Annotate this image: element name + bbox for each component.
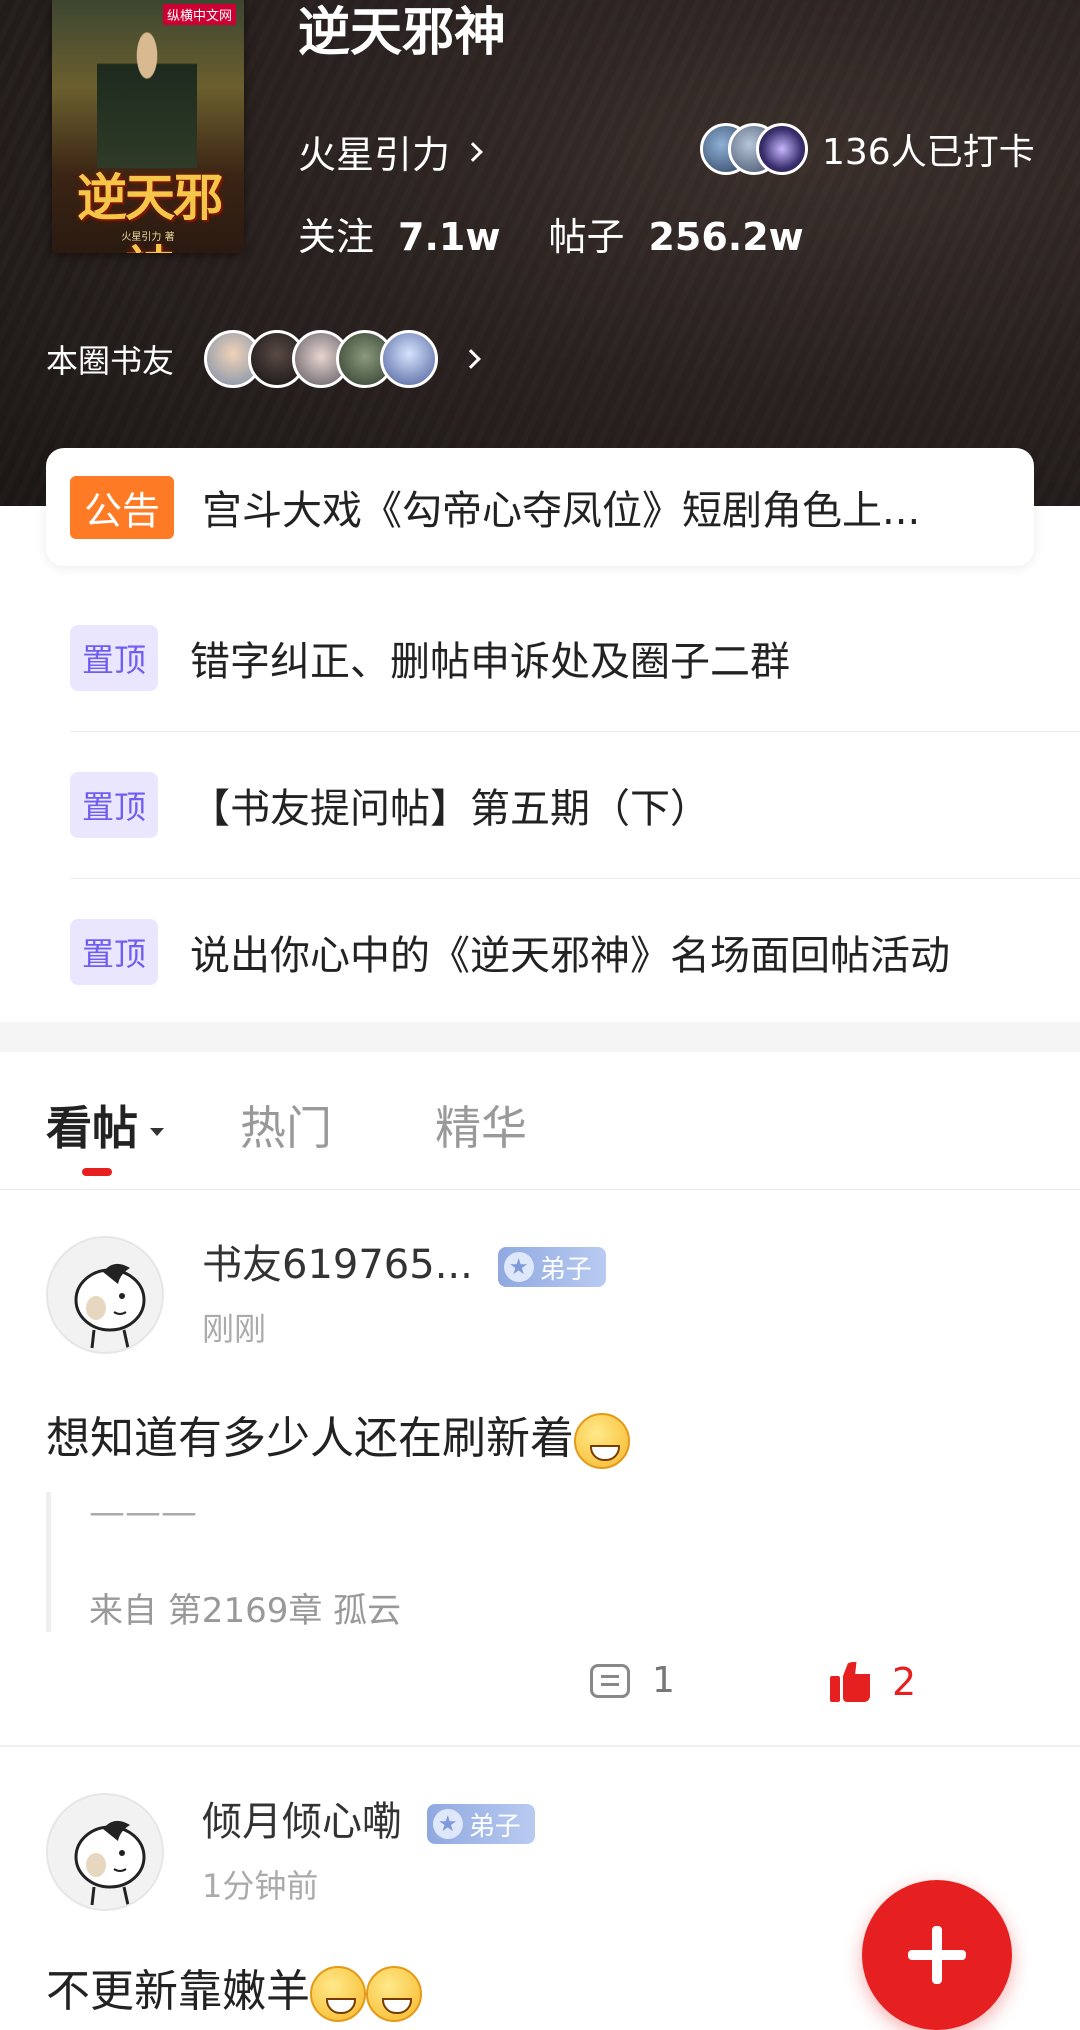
tab-featured[interactable]: 精华: [435, 1092, 527, 1158]
circle-friends-row[interactable]: 本圈书友: [46, 330, 481, 388]
checkin-avatar: [756, 123, 808, 175]
book-cover[interactable]: 纵横中文网 逆天邪神 火星引力 著: [52, 0, 244, 253]
post-time: 1分钟前: [202, 1867, 319, 1905]
cover-illustration: [97, 18, 197, 168]
cartoon-avatar-icon: [74, 1820, 146, 1906]
avatar[interactable]: [46, 1236, 164, 1354]
author-link[interactable]: 火星引力: [298, 124, 483, 179]
post-tabs: 看帖 热门 精华: [0, 1052, 1080, 1190]
post-time: 刚刚: [202, 1310, 267, 1348]
new-post-button[interactable]: [862, 1880, 1012, 2030]
comment-count: 1: [652, 1660, 675, 1701]
quote-line: ———: [89, 1492, 197, 1533]
friend-avatar: [380, 330, 439, 388]
checkin-summary[interactable]: 136人已打卡: [700, 123, 1035, 175]
tab-hot[interactable]: 热门: [240, 1092, 332, 1158]
pinned-item[interactable]: 置顶 说出你心中的《逆天邪神》名场面回帖活动: [0, 878, 1080, 1025]
post-content: 想知道有多少人还在刷新着: [46, 1402, 630, 1469]
post-author[interactable]: 倾月倾心嘞 ★ 弟子: [202, 1789, 535, 1847]
follow-label: 关注: [298, 215, 375, 259]
chapter-quote[interactable]: ——— 来自 第2169章 孤云: [46, 1492, 646, 1632]
username-text: 倾月倾心嘞: [202, 1799, 402, 1845]
friends-label: 本圈书友: [46, 342, 175, 380]
tab-view-posts[interactable]: 看帖: [46, 1092, 164, 1158]
grin-emoji-icon: [310, 1966, 366, 2022]
pinned-title: 说出你心中的《逆天邪神》名场面回帖活动: [190, 932, 951, 979]
cartoon-avatar-icon: [74, 1263, 146, 1349]
comment-icon: [590, 1663, 630, 1698]
thumbs-up-icon: [830, 1662, 870, 1702]
avatar[interactable]: [46, 1793, 164, 1911]
like-button[interactable]: 2: [830, 1660, 916, 1704]
follow-value: 7.1w: [398, 215, 501, 259]
caret-down-icon: [150, 1127, 164, 1136]
checkin-count: 136人已打卡: [822, 132, 1035, 173]
role-badge: ★ 弟子: [497, 1247, 606, 1287]
author-name: 火星引力: [298, 133, 451, 177]
announcement-badge: 公告: [70, 475, 175, 539]
grin-emoji-icon: [366, 1966, 422, 2022]
pinned-item[interactable]: 置顶 错字纠正、删帖申诉处及圈子二群: [0, 584, 1080, 731]
post-author[interactable]: 书友619765... ★ 弟子: [202, 1232, 606, 1290]
cover-author: 火星引力 著: [121, 232, 175, 243]
pinned-list: 置顶 错字纠正、删帖申诉处及圈子二群 置顶 【书友提问帖】第五期（下） 置顶 说…: [0, 584, 1080, 1025]
username-text: 书友619765...: [202, 1242, 473, 1288]
role-text: 弟子: [468, 1811, 521, 1842]
circle-stats: 关注 7.1w 帖子 256.2w: [298, 206, 804, 261]
posts-value: 256.2w: [648, 215, 804, 259]
post-divider: [0, 1745, 1080, 1747]
book-title: 逆天邪神: [298, 3, 507, 63]
follow-stat: 关注 7.1w: [298, 206, 500, 261]
post-text: 不更新靠嫩羊: [46, 1966, 310, 2017]
section-divider: [0, 1022, 1080, 1052]
star-icon: ★: [503, 1252, 534, 1282]
tab-label: 看帖: [46, 1101, 138, 1155]
announcement-bar[interactable]: 公告 宫斗大戏《勾帝心夺凤位》短剧角色上...: [46, 448, 1034, 566]
posts-stat: 帖子 256.2w: [548, 206, 803, 261]
pinned-badge: 置顶: [70, 918, 159, 985]
comment-button[interactable]: 1: [590, 1660, 675, 1701]
pinned-title: 错字纠正、删帖申诉处及圈子二群: [190, 638, 791, 685]
pinned-title: 【书友提问帖】第五期（下）: [190, 785, 711, 832]
pinned-badge: 置顶: [70, 771, 159, 838]
quote-source: 来自 第2169章 孤云: [89, 1591, 402, 1631]
post-content: 不更新靠嫩羊: [46, 1955, 422, 2022]
chevron-right-icon: [461, 349, 481, 369]
posts-label: 帖子: [548, 215, 625, 259]
announcement-text: 宫斗大戏《勾帝心夺凤位》短剧角色上...: [202, 488, 921, 534]
grin-emoji-icon: [574, 1413, 630, 1469]
pinned-item[interactable]: 置顶 【书友提问帖】第五期（下）: [0, 731, 1080, 878]
role-badge: ★ 弟子: [426, 1804, 535, 1844]
circle-header: 纵横中文网 逆天邪神 火星引力 著 逆天邪神 火星引力 136人已打卡 关注 7.…: [0, 0, 1080, 506]
active-tab-indicator: [82, 1168, 112, 1176]
role-text: 弟子: [539, 1254, 592, 1285]
chevron-right-icon: [463, 141, 483, 162]
post-text: 想知道有多少人还在刷新着: [46, 1413, 574, 1464]
like-count: 2: [892, 1660, 917, 1704]
star-icon: ★: [432, 1809, 463, 1839]
pinned-badge: 置顶: [70, 624, 159, 691]
